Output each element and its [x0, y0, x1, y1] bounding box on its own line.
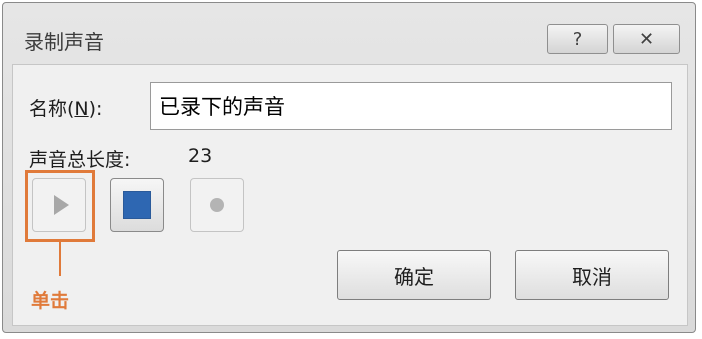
total-length-label: 声音总长度: [29, 149, 131, 171]
name-label-prefix: 名称( [29, 98, 75, 120]
record-button[interactable] [190, 178, 244, 232]
stop-button[interactable] [110, 178, 164, 232]
play-highlight-box [25, 170, 95, 242]
stop-icon [123, 191, 151, 219]
record-icon [210, 198, 224, 212]
help-icon: ? [572, 28, 583, 50]
name-input[interactable]: 已录下的声音 [150, 82, 672, 130]
name-label-suffix: ): [88, 98, 103, 120]
callout-label: 单击 [31, 290, 70, 312]
dialog-title: 录制声音 [24, 30, 104, 54]
cancel-button[interactable]: 取消 [515, 250, 669, 300]
callout-line [59, 242, 61, 276]
close-icon: ✕ [638, 28, 655, 50]
close-button[interactable]: ✕ [613, 24, 680, 54]
name-label-accesskey: N [74, 98, 89, 120]
help-button[interactable]: ? [547, 24, 608, 54]
total-length-value: 23 [188, 145, 213, 167]
ok-button[interactable]: 确定 [337, 250, 491, 300]
name-label: 名称(N): [29, 94, 102, 121]
